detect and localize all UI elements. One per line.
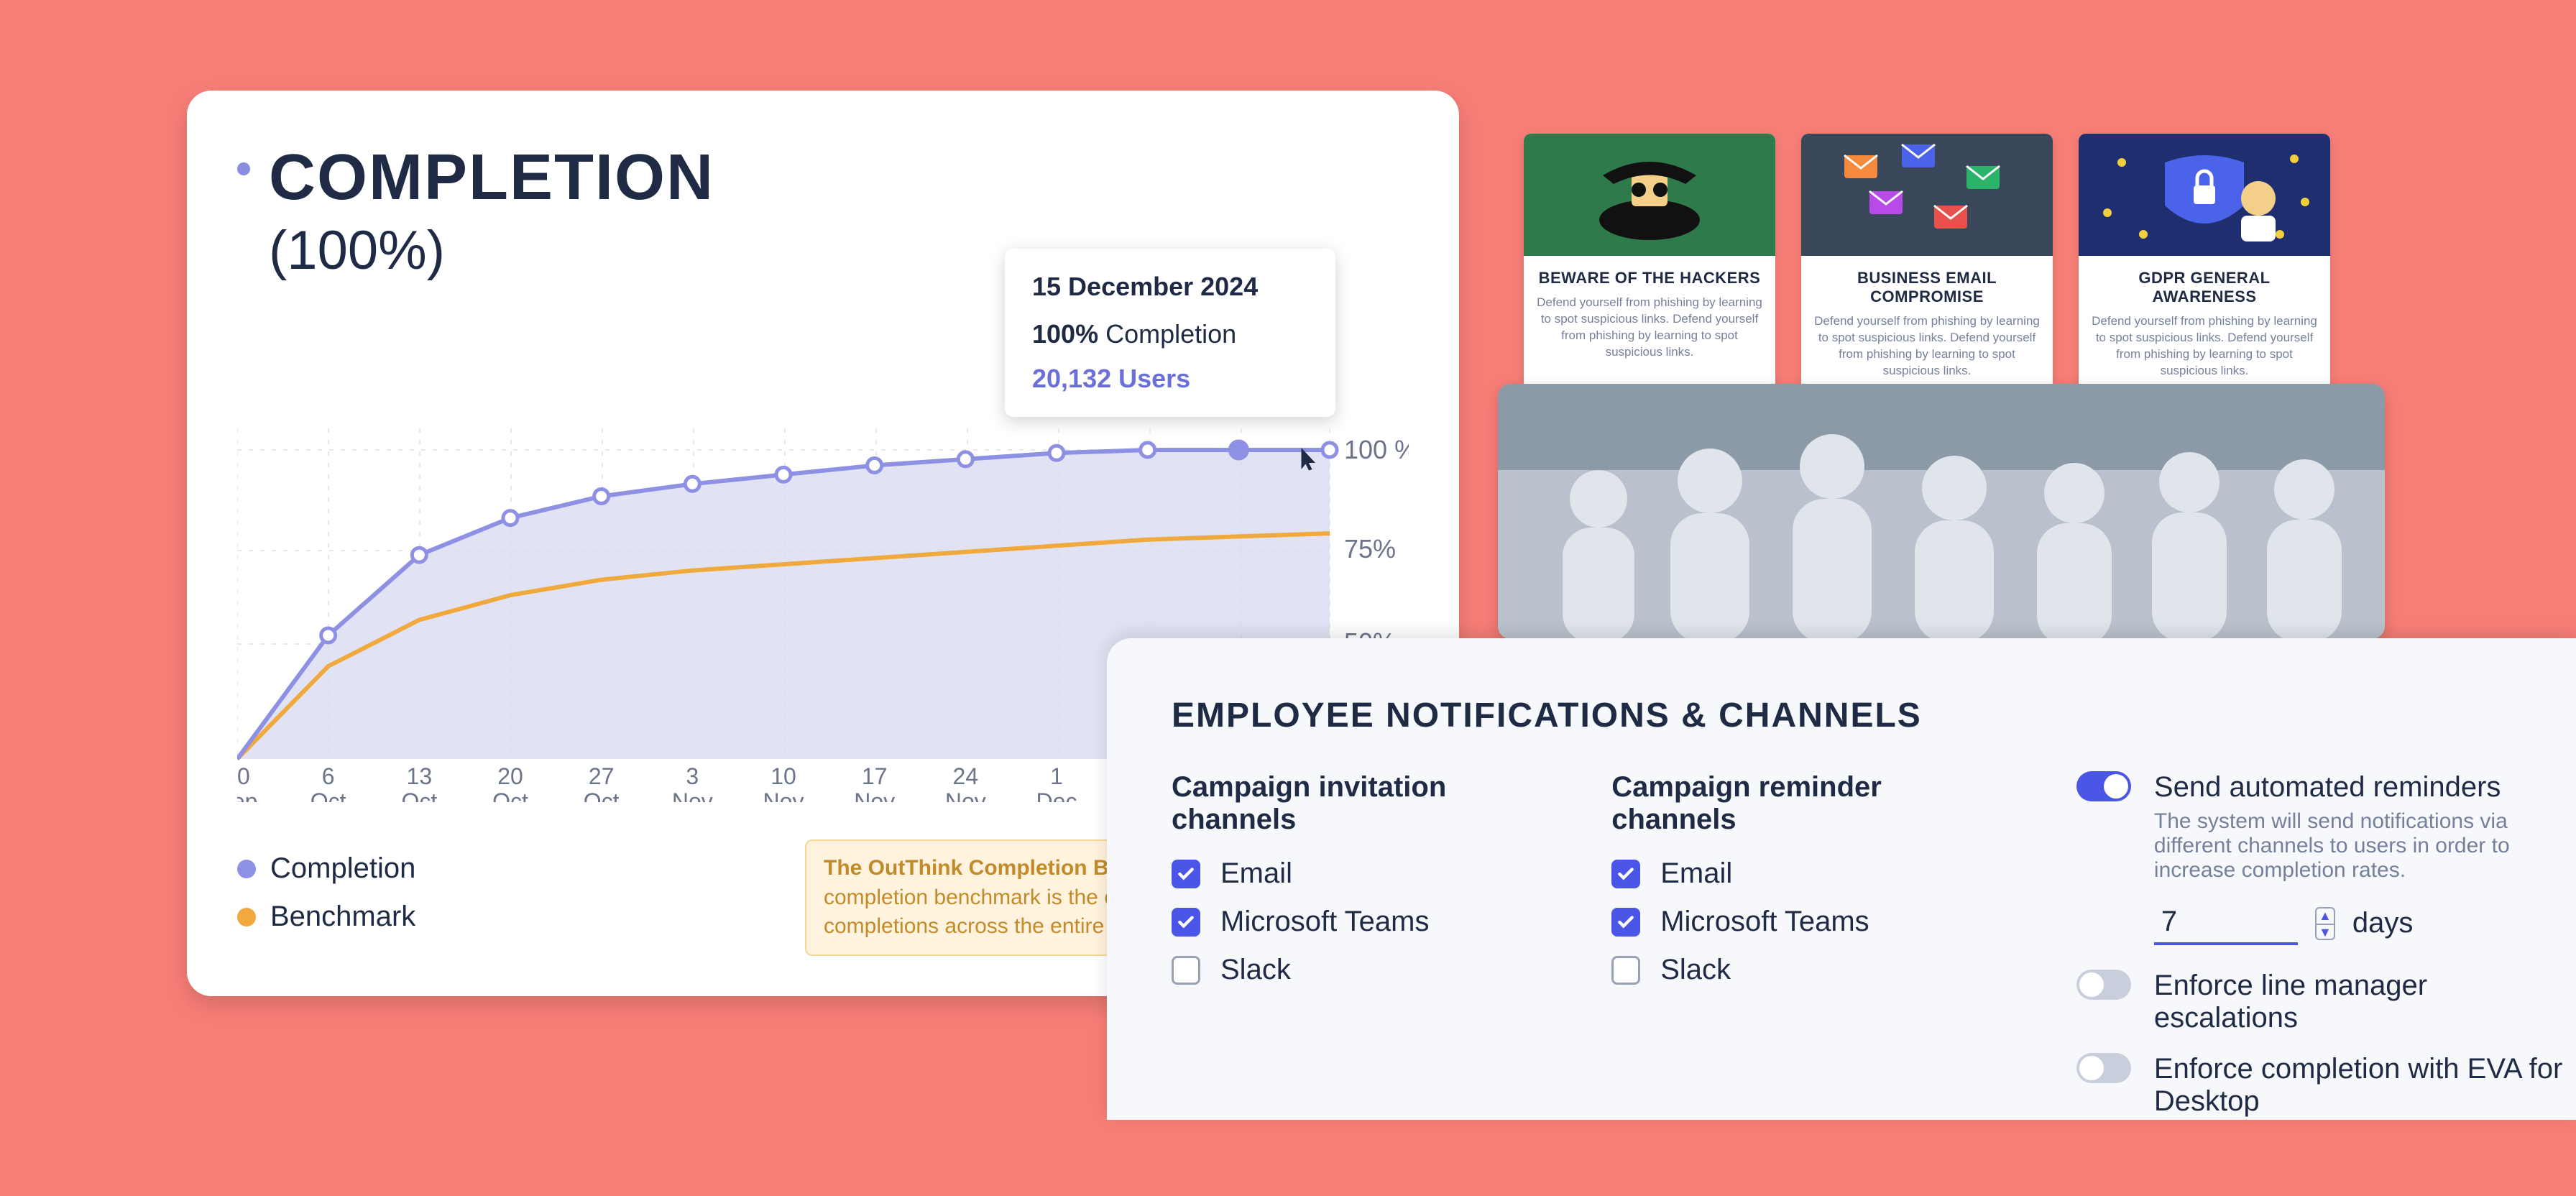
svg-text:20: 20 [497, 763, 523, 789]
y-tick-75: 75% [1344, 534, 1396, 564]
svg-text:Oct: Oct [584, 788, 620, 802]
training-cards-strip: BEWARE OF THE HACKERS Defend yourself fr… [1524, 134, 2330, 394]
completion-subtitle: (100%) [269, 219, 714, 282]
remind-slack-label: Slack [1660, 954, 1731, 986]
svg-text:10: 10 [770, 763, 796, 789]
checkbox-checked-icon [1611, 860, 1640, 888]
training-card-hackers[interactable]: BEWARE OF THE HACKERS Defend yourself fr… [1524, 134, 1775, 394]
checkbox-checked-icon [1172, 860, 1200, 888]
svg-text:27: 27 [589, 763, 615, 789]
invitation-channels-col: Campaign invitation channels Email Micro… [1172, 771, 1511, 1136]
eva-row: Enforce completion with EVA for Desktop [2076, 1053, 2576, 1118]
invite-teams-label: Microsoft Teams [1220, 906, 1429, 938]
reminder-settings-col: Send automated reminders The system will… [2076, 771, 2576, 1136]
invite-email-checkbox[interactable]: Email [1172, 857, 1511, 890]
training-card-gdpr[interactable]: GDPR GENERAL AWARENESS Defend yourself f… [2079, 134, 2330, 394]
eva-toggle[interactable] [2076, 1053, 2131, 1083]
svg-text:1: 1 [1050, 763, 1063, 789]
reminder-days-stepper[interactable]: ▲ ▼ [2315, 907, 2335, 940]
checkbox-checked-icon [1172, 908, 1200, 937]
svg-text:17: 17 [862, 763, 888, 789]
notifications-heading: EMPLOYEE NOTIFICATIONS & CHANNELS [1172, 696, 2576, 735]
legend-completion: Completion [237, 852, 415, 885]
checkbox-unchecked-icon [1172, 956, 1200, 985]
card-desc: Defend yourself from phishing by learnin… [1524, 295, 1775, 361]
card-title: GDPR GENERAL AWARENESS [2087, 269, 2322, 306]
remind-slack-checkbox[interactable]: Slack [1611, 954, 1947, 986]
invite-slack-checkbox[interactable]: Slack [1172, 954, 1511, 986]
svg-text:Oct: Oct [310, 788, 346, 802]
card-title: BEWARE OF THE HACKERS [1532, 269, 1767, 288]
card-image-gdpr-icon [2079, 134, 2330, 256]
legend-benchmark-label: Benchmark [270, 901, 415, 933]
tooltip-completion: 100% Completion [1032, 319, 1308, 349]
reminder-days-unit: days [2352, 907, 2414, 939]
tooltip-pct: 100% [1032, 319, 1098, 349]
notifications-panel: EMPLOYEE NOTIFICATIONS & CHANNELS Campai… [1107, 638, 2576, 1120]
auto-reminders-desc: The system will send notifications via d… [2154, 809, 2576, 883]
remind-email-checkbox[interactable]: Email [1611, 857, 1947, 890]
card-desc: Defend yourself from phishing by learnin… [1801, 313, 2053, 380]
y-tick-100: 100 % [1344, 435, 1409, 464]
training-card-bec[interactable]: BUSINESS EMAIL COMPROMISE Defend yoursel… [1801, 134, 2053, 394]
auto-reminders-toggle[interactable] [2076, 771, 2131, 801]
svg-text:Nov: Nov [945, 788, 986, 802]
remind-email-label: Email [1660, 857, 1732, 890]
reminder-days-row: ▲ ▼ days [2154, 901, 2576, 945]
team-photo [1498, 384, 2385, 639]
checkbox-checked-icon [1611, 908, 1640, 937]
svg-text:Oct: Oct [492, 788, 528, 802]
svg-text:24: 24 [953, 763, 979, 789]
eva-label: Enforce completion with EVA for Desktop [2154, 1053, 2576, 1118]
svg-text:3: 3 [686, 763, 699, 789]
stepper-up-icon[interactable]: ▲ [2317, 908, 2334, 925]
remind-teams-checkbox[interactable]: Microsoft Teams [1611, 906, 1947, 938]
tooltip-pct-label: Completion [1098, 319, 1236, 349]
tooltip-date: 15 December 2024 [1032, 272, 1308, 302]
card-image-hackers-icon [1524, 134, 1775, 256]
legend-benchmark: Benchmark [237, 901, 415, 933]
invite-slack-label: Slack [1220, 954, 1291, 986]
svg-text:6: 6 [322, 763, 335, 789]
svg-text:Dec: Dec [1036, 788, 1077, 802]
reminder-days-input[interactable] [2154, 901, 2298, 945]
invite-teams-checkbox[interactable]: Microsoft Teams [1172, 906, 1511, 938]
auto-reminders-label: Send automated reminders [2154, 771, 2576, 804]
reminder-channels-col: Campaign reminder channels Email Microso… [1611, 771, 1947, 1136]
remind-teams-label: Microsoft Teams [1660, 906, 1869, 938]
svg-text:Oct: Oct [401, 788, 437, 802]
card-image-bec-icon [1801, 134, 2053, 256]
chart-tooltip: 15 December 2024 100% Completion 20,132 … [1005, 249, 1335, 417]
svg-text:30: 30 [237, 763, 250, 789]
escalations-row: Enforce line manager escalations [2076, 970, 2576, 1034]
svg-text:Nov: Nov [763, 788, 804, 802]
bullet-icon [237, 162, 250, 175]
completion-title: COMPLETION [269, 141, 714, 215]
stepper-down-icon[interactable]: ▼ [2317, 925, 2334, 940]
card-title: BUSINESS EMAIL COMPROMISE [1810, 269, 2044, 306]
invitation-title: Campaign invitation channels [1172, 771, 1511, 836]
invite-email-label: Email [1220, 857, 1292, 890]
tooltip-users: 20,132 Users [1032, 364, 1308, 394]
auto-reminders-row: Send automated reminders The system will… [2076, 771, 2576, 883]
svg-text:Nov: Nov [672, 788, 713, 802]
legend-completion-label: Completion [270, 852, 415, 885]
svg-text:Nov: Nov [854, 788, 895, 802]
legend-dot-benchmark-icon [237, 908, 256, 926]
reminder-title: Campaign reminder channels [1611, 771, 1947, 836]
chart-legend: Completion Benchmark [237, 852, 415, 949]
svg-text:13: 13 [407, 763, 433, 789]
card-desc: Defend yourself from phishing by learnin… [2079, 313, 2330, 380]
checkbox-unchecked-icon [1611, 956, 1640, 985]
legend-dot-completion-icon [237, 860, 256, 878]
escalations-toggle[interactable] [2076, 970, 2131, 1000]
svg-text:Sep: Sep [237, 788, 257, 802]
escalations-label: Enforce line manager escalations [2154, 970, 2576, 1034]
